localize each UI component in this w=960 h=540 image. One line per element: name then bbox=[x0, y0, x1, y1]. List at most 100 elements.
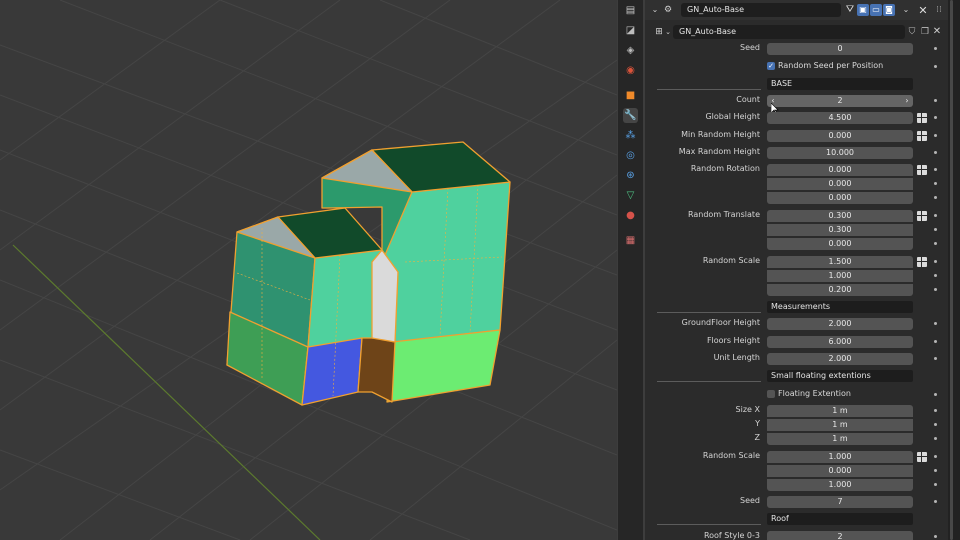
modifier-header: ⊞ ⌄ GN_Auto-Base ⛉ ❐ ✕ bbox=[651, 23, 942, 41]
keyframe-dot[interactable] bbox=[934, 214, 937, 217]
keyframe-dot[interactable] bbox=[934, 535, 937, 538]
random-scale-label: Random Scale bbox=[702, 256, 760, 265]
keyframe-dot[interactable] bbox=[934, 242, 937, 245]
keyframe-dot[interactable] bbox=[934, 455, 937, 458]
increment-arrow-icon[interactable]: › bbox=[903, 95, 911, 107]
object-tab-icon[interactable]: ■ bbox=[623, 88, 638, 103]
chevron-down-icon[interactable]: ⌄ bbox=[650, 5, 660, 15]
global-height-field[interactable]: 4.500 bbox=[767, 112, 913, 124]
random-scale-x-field[interactable]: 1.500 bbox=[767, 256, 913, 268]
building-mesh[interactable] bbox=[226, 141, 511, 406]
fake-user-shield-icon[interactable]: ⛉ bbox=[906, 26, 918, 38]
size-y-field[interactable]: 1 m bbox=[767, 419, 913, 431]
base-panel-header[interactable]: BASE bbox=[767, 78, 913, 90]
keyframe-dot[interactable] bbox=[934, 182, 937, 185]
max-random-height-field[interactable]: 10.000 bbox=[767, 147, 913, 159]
keyframe-dot[interactable] bbox=[934, 151, 937, 154]
viewport-canvas[interactable] bbox=[0, 0, 617, 540]
random-scale-2-z-field[interactable]: 1.000 bbox=[767, 479, 913, 491]
attribute-toggle-icon[interactable] bbox=[917, 165, 927, 175]
keyframe-dot[interactable] bbox=[934, 423, 937, 426]
separator-line bbox=[657, 524, 761, 525]
roof-panel-header[interactable]: Roof bbox=[767, 513, 913, 525]
unlink-close-icon[interactable]: ✕ bbox=[931, 26, 943, 38]
random-rotation-y-field[interactable]: 0.000 bbox=[767, 178, 913, 190]
random-translate-y-field[interactable]: 0.300 bbox=[767, 224, 913, 236]
max-random-height-label: Max Random Height bbox=[678, 147, 760, 156]
3d-viewport[interactable] bbox=[0, 0, 617, 540]
attribute-toggle-icon[interactable] bbox=[917, 113, 927, 123]
random-scale-2-x-field[interactable]: 1.000 bbox=[767, 451, 913, 463]
scene-tab-icon[interactable]: ◉ bbox=[623, 63, 638, 78]
roof-style-field[interactable]: 2 bbox=[767, 531, 913, 540]
keyframe-dot[interactable] bbox=[934, 409, 937, 412]
count-field[interactable]: ‹ 2 › bbox=[767, 95, 913, 107]
scrollbar-thumb[interactable] bbox=[950, 0, 953, 540]
keyframe-dot[interactable] bbox=[934, 134, 937, 137]
node-group-name-field[interactable]: GN_Auto-Base bbox=[673, 25, 905, 39]
duplicate-icon[interactable]: ❐ bbox=[919, 26, 931, 38]
keyframe-dot[interactable] bbox=[934, 393, 937, 396]
keyframe-dot[interactable] bbox=[934, 274, 937, 277]
browse-chevron-icon[interactable]: ⌄ bbox=[664, 26, 672, 38]
output-tab-icon[interactable]: ◈ bbox=[623, 43, 638, 58]
object-name-field[interactable]: GN_Auto-Base bbox=[681, 3, 841, 17]
filter-icon[interactable]: ⛛ bbox=[844, 4, 856, 16]
keyframe-dot[interactable] bbox=[934, 500, 937, 503]
attribute-toggle-icon[interactable] bbox=[917, 211, 927, 221]
keyframe-dot[interactable] bbox=[934, 288, 937, 291]
keyframe-dot[interactable] bbox=[934, 65, 937, 68]
data-tab-icon[interactable]: ▽ bbox=[623, 188, 638, 203]
attribute-toggle-icon[interactable] bbox=[917, 131, 927, 141]
edit-mode-toggle-icon[interactable]: ▣ bbox=[857, 4, 869, 16]
keyframe-dot[interactable] bbox=[934, 469, 937, 472]
measurements-panel-header[interactable]: Measurements bbox=[767, 301, 913, 313]
attribute-toggle-icon[interactable] bbox=[917, 257, 927, 267]
left-block-ground-front bbox=[301, 337, 363, 406]
seed-2-field[interactable]: 7 bbox=[767, 496, 913, 508]
close-icon[interactable]: ✕ bbox=[917, 4, 929, 16]
seed-field[interactable]: 0 bbox=[767, 43, 913, 55]
keyframe-dot[interactable] bbox=[934, 340, 937, 343]
groundfloor-height-field[interactable]: 2.000 bbox=[767, 318, 913, 330]
dropdown-chevron-icon[interactable]: ⌄ bbox=[901, 5, 911, 15]
random-translate-z-field[interactable]: 0.000 bbox=[767, 238, 913, 250]
random-scale-y-field[interactable]: 1.000 bbox=[767, 270, 913, 282]
keyframe-dot[interactable] bbox=[934, 322, 937, 325]
size-x-field[interactable]: 1 m bbox=[767, 405, 913, 417]
attribute-toggle-icon[interactable] bbox=[917, 452, 927, 462]
keyframe-dot[interactable] bbox=[934, 260, 937, 263]
small-floating-panel-header[interactable]: Small floating extentions bbox=[767, 370, 913, 382]
tool-tab-icon[interactable]: ▤ bbox=[623, 3, 638, 18]
unit-length-field[interactable]: 2.000 bbox=[767, 353, 913, 365]
keyframe-dot[interactable] bbox=[934, 116, 937, 119]
floating-extention-checkbox[interactable] bbox=[767, 390, 775, 398]
keyframe-dot[interactable] bbox=[934, 196, 937, 199]
realtime-toggle-icon[interactable]: ▭ bbox=[870, 4, 882, 16]
render-tab-icon[interactable]: ◪ bbox=[623, 23, 638, 38]
constraints-tab-icon[interactable]: ⊛ bbox=[623, 168, 638, 183]
keyframe-dot[interactable] bbox=[934, 99, 937, 102]
render-toggle-icon[interactable]: ◙ bbox=[883, 4, 895, 16]
texture-tab-icon[interactable]: ▦ bbox=[623, 233, 638, 248]
physics-tab-icon[interactable]: ◎ bbox=[623, 148, 638, 163]
drag-handle-icon[interactable]: ⁞⁞ bbox=[933, 4, 945, 16]
modifiers-tab-icon[interactable]: 🔧 bbox=[623, 108, 638, 123]
floors-height-field[interactable]: 6.000 bbox=[767, 336, 913, 348]
random-scale-z-field[interactable]: 0.200 bbox=[767, 284, 913, 296]
keyframe-dot[interactable] bbox=[934, 228, 937, 231]
random-scale-2-y-field[interactable]: 0.000 bbox=[767, 465, 913, 477]
random-seed-checkbox[interactable]: ✓ bbox=[767, 62, 775, 70]
material-tab-icon[interactable]: ● bbox=[623, 208, 638, 223]
keyframe-dot[interactable] bbox=[934, 47, 937, 50]
keyframe-dot[interactable] bbox=[934, 483, 937, 486]
particles-tab-icon[interactable]: ⁂ bbox=[623, 128, 638, 143]
keyframe-dot[interactable] bbox=[934, 437, 937, 440]
size-z-field[interactable]: 1 m bbox=[767, 433, 913, 445]
keyframe-dot[interactable] bbox=[934, 168, 937, 171]
min-random-height-field[interactable]: 0.000 bbox=[767, 130, 913, 142]
random-translate-x-field[interactable]: 0.300 bbox=[767, 210, 913, 222]
keyframe-dot[interactable] bbox=[934, 357, 937, 360]
random-rotation-x-field[interactable]: 0.000 bbox=[767, 164, 913, 176]
random-rotation-z-field[interactable]: 0.000 bbox=[767, 192, 913, 204]
